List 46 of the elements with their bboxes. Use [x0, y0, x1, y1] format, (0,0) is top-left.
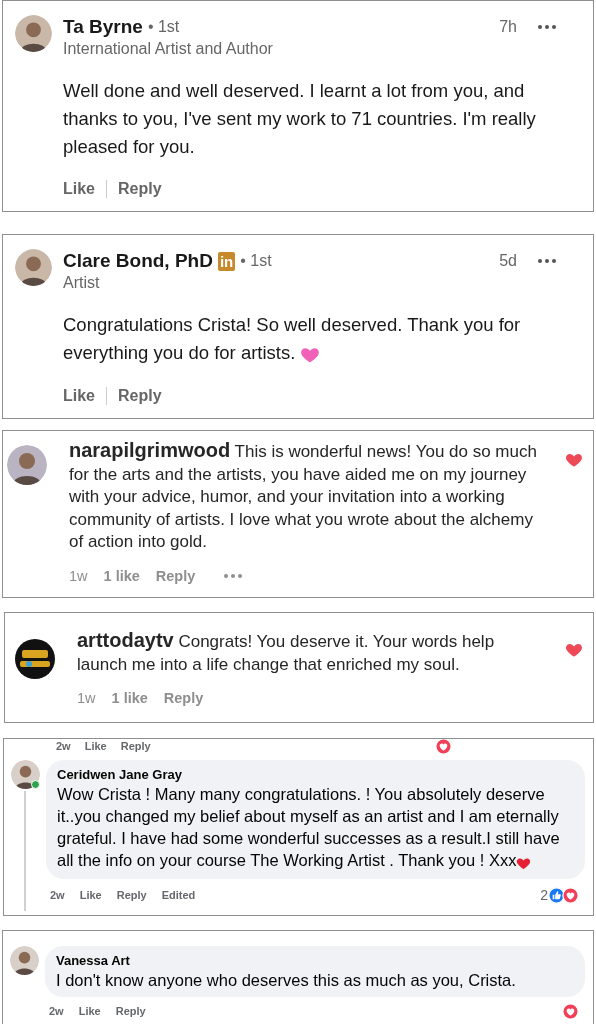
timestamp: 7h — [499, 17, 517, 37]
comment-text: Wow Crista ! Many many congratulations. ! You absolutely deserve it..you changed my belief about myself as an artist and I am eternally grateful. I have had some wonderful successes as a result.I still have all the info on your course The Working Artist . Thank you ! Xxx — [57, 784, 561, 873]
more-options-icon[interactable] — [537, 258, 557, 264]
edited-label: Edited — [161, 888, 196, 903]
reply-link[interactable]: Reply — [163, 688, 204, 711]
like-link[interactable]: Like — [63, 177, 95, 201]
comment-text: arttodaytv Congrats! You deserve it. Your words help launch me into a life change that enriched my soul. — [77, 629, 496, 676]
likes-count[interactable]: 1 like — [103, 565, 140, 588]
like-link[interactable]: Like — [78, 1003, 101, 1020]
author-name[interactable]: Ta Byrne — [63, 15, 143, 39]
comment-text: I don't know anyone who deserves this as much as you, Crista. — [56, 970, 517, 992]
likes-count[interactable]: 1 like — [111, 688, 148, 711]
headline: Artist — [63, 273, 101, 293]
more-options-icon[interactable] — [223, 573, 244, 580]
like-link[interactable]: Like — [63, 384, 95, 409]
reply-link[interactable]: Reply — [155, 565, 196, 588]
timestamp: 5d — [499, 251, 517, 271]
reply-link[interactable]: Reply — [120, 739, 151, 755]
like-link[interactable]: Like — [79, 887, 102, 904]
timestamp: 2w — [50, 888, 65, 903]
reaction-count[interactable]: 2 — [540, 884, 548, 906]
connection-degree: • 1st — [240, 251, 272, 271]
more-options-icon[interactable] — [537, 24, 557, 30]
reply-link[interactable]: Reply — [118, 177, 162, 201]
reply-link[interactable]: Reply — [116, 887, 147, 904]
connection-degree: • 1st — [147, 17, 180, 37]
avatar — [15, 249, 52, 286]
reply-link[interactable]: Reply — [115, 1003, 146, 1020]
author-name[interactable]: Ceridwen Jane Gray — [57, 766, 561, 784]
comment-text: Well done and well deserved. I learnt a lot from you, and thanks to you, I've sent my work to 71 countries. I'm really pleased for you. — [63, 79, 537, 159]
timestamp: 2w — [56, 739, 71, 754]
linkedin-badge: in — [217, 251, 236, 271]
timestamp: 2w — [49, 1004, 64, 1020]
timestamp: 1w — [69, 566, 88, 586]
avatar — [15, 15, 52, 52]
avatar — [7, 445, 47, 486]
author-name[interactable]: Clare Bond, PhD — [63, 249, 213, 273]
timestamp: 1w — [77, 689, 96, 709]
like-link[interactable]: Like — [84, 739, 107, 755]
comment-text: Congratulations Crista! So well deserved. Thank you for everything you do for artists. — [63, 311, 581, 369]
headline: International Artist and Author — [63, 39, 274, 59]
author-name[interactable]: Vanessa Art — [56, 952, 561, 970]
comment-text: narapilgrimwood This is wonderful news! You do so much for the arts and the artists, you have aided me on my journey with your advice, humor, and your invitation into a working community of artists. I love what you wrote about the alchemy of action into gold. — [69, 439, 538, 554]
avatar — [9, 946, 39, 976]
reply-link[interactable]: Reply — [118, 384, 162, 409]
avatar — [10, 760, 40, 790]
